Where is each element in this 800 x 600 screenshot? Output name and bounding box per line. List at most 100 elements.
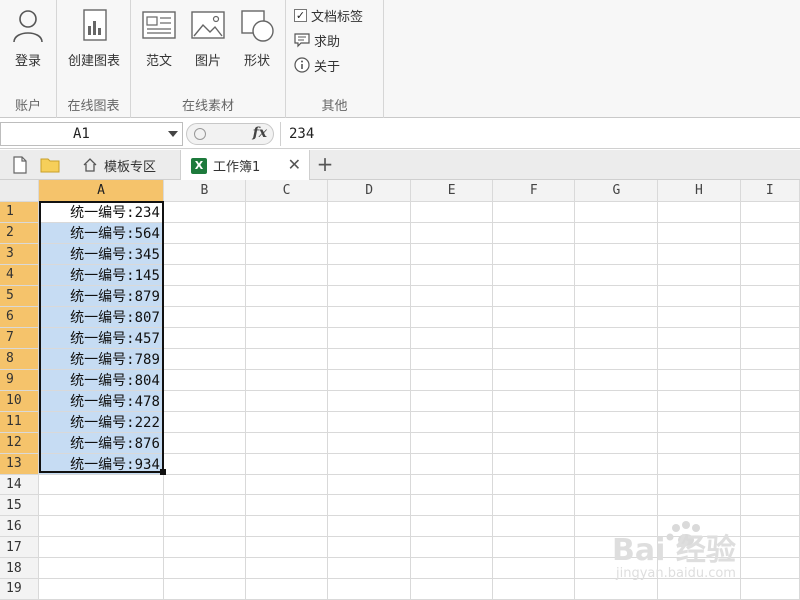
cell[interactable]: 统一编号:804 xyxy=(38,369,164,391)
row-header[interactable]: 10 xyxy=(0,390,40,412)
cell[interactable] xyxy=(245,390,329,412)
cell[interactable] xyxy=(740,348,800,370)
fx-icon[interactable]: fx xyxy=(253,125,267,141)
cell[interactable] xyxy=(327,327,412,349)
cell[interactable] xyxy=(574,578,659,600)
cell[interactable] xyxy=(163,243,246,265)
cell[interactable] xyxy=(327,243,412,265)
cell[interactable] xyxy=(163,222,246,244)
cell[interactable] xyxy=(574,474,659,496)
cell[interactable] xyxy=(410,411,494,433)
column-header-d[interactable]: D xyxy=(327,180,412,202)
cell[interactable] xyxy=(492,306,576,328)
cell[interactable] xyxy=(574,264,659,286)
cell[interactable] xyxy=(163,348,246,370)
cell[interactable] xyxy=(740,432,800,454)
cell[interactable] xyxy=(410,494,494,517)
cell[interactable] xyxy=(245,536,329,559)
cell[interactable] xyxy=(327,390,412,412)
cell[interactable] xyxy=(492,411,576,433)
cell[interactable] xyxy=(38,494,164,517)
cell[interactable] xyxy=(492,515,576,538)
cell[interactable] xyxy=(410,578,494,600)
cell[interactable] xyxy=(163,201,246,223)
cell[interactable] xyxy=(327,264,412,286)
cell[interactable] xyxy=(657,536,741,559)
cell[interactable] xyxy=(38,536,164,559)
formula-input[interactable]: 234 xyxy=(280,122,798,146)
cell[interactable] xyxy=(327,432,412,454)
cell[interactable] xyxy=(657,557,741,579)
cell[interactable] xyxy=(740,578,800,600)
cell[interactable] xyxy=(740,411,800,433)
cell[interactable] xyxy=(740,390,800,412)
cell[interactable] xyxy=(163,578,246,600)
cell[interactable] xyxy=(574,327,659,349)
row-header[interactable]: 9 xyxy=(0,369,40,391)
cell[interactable] xyxy=(657,327,741,349)
cell[interactable] xyxy=(574,222,659,244)
login-button[interactable]: 登录 xyxy=(4,4,52,74)
cell[interactable] xyxy=(245,494,329,517)
cell[interactable]: 统一编号:145 xyxy=(38,264,164,286)
cell[interactable] xyxy=(327,201,412,223)
help-button[interactable]: 求助 xyxy=(294,30,340,50)
cell[interactable] xyxy=(163,369,246,391)
cell[interactable] xyxy=(327,515,412,538)
column-header-g[interactable]: G xyxy=(574,180,659,202)
cell[interactable] xyxy=(492,285,576,307)
column-header-c[interactable]: C xyxy=(245,180,329,202)
cell[interactable] xyxy=(657,474,741,496)
cell[interactable] xyxy=(657,348,741,370)
cell[interactable] xyxy=(574,557,659,579)
column-header-i[interactable]: I xyxy=(740,180,800,202)
cell[interactable] xyxy=(574,306,659,328)
cell[interactable] xyxy=(38,557,164,579)
cell[interactable] xyxy=(492,432,576,454)
doc-tab-toggle[interactable]: ✓ 文档标签 xyxy=(294,5,363,25)
column-header-a[interactable]: A xyxy=(38,180,164,202)
cell[interactable] xyxy=(492,348,576,370)
cell[interactable] xyxy=(327,369,412,391)
chevron-down-icon[interactable] xyxy=(168,131,178,137)
cell[interactable] xyxy=(574,369,659,391)
cell[interactable] xyxy=(657,201,741,223)
cell[interactable] xyxy=(492,453,576,475)
cell[interactable] xyxy=(492,536,576,559)
cell[interactable]: 统一编号:934 xyxy=(38,453,164,475)
cell[interactable] xyxy=(163,453,246,475)
cell[interactable] xyxy=(574,348,659,370)
cell[interactable] xyxy=(410,536,494,559)
cell[interactable] xyxy=(657,306,741,328)
cell[interactable] xyxy=(740,474,800,496)
cell[interactable] xyxy=(327,494,412,517)
cell[interactable] xyxy=(657,264,741,286)
cell[interactable] xyxy=(327,536,412,559)
cell[interactable] xyxy=(163,536,246,559)
cell[interactable] xyxy=(410,474,494,496)
folder-icon[interactable] xyxy=(40,156,60,174)
search-icon[interactable] xyxy=(194,128,206,140)
row-header[interactable]: 15 xyxy=(0,494,40,517)
cell[interactable] xyxy=(38,515,164,538)
cell[interactable] xyxy=(245,327,329,349)
cell[interactable] xyxy=(657,285,741,307)
cell[interactable] xyxy=(163,306,246,328)
row-header[interactable]: 8 xyxy=(0,348,40,370)
cell[interactable] xyxy=(657,578,741,600)
cell[interactable] xyxy=(740,222,800,244)
name-box[interactable]: A1 xyxy=(0,122,183,146)
cell[interactable] xyxy=(38,474,164,496)
cell[interactable] xyxy=(740,285,800,307)
cell[interactable] xyxy=(163,432,246,454)
cell[interactable] xyxy=(245,411,329,433)
cell[interactable] xyxy=(327,222,412,244)
cell[interactable] xyxy=(740,369,800,391)
cell[interactable] xyxy=(245,578,329,600)
cell[interactable] xyxy=(492,494,576,517)
cell[interactable]: 统一编号:457 xyxy=(38,327,164,349)
cell[interactable] xyxy=(740,453,800,475)
row-header[interactable]: 11 xyxy=(0,411,40,433)
row-header[interactable]: 18 xyxy=(0,557,40,579)
cell[interactable] xyxy=(740,515,800,538)
